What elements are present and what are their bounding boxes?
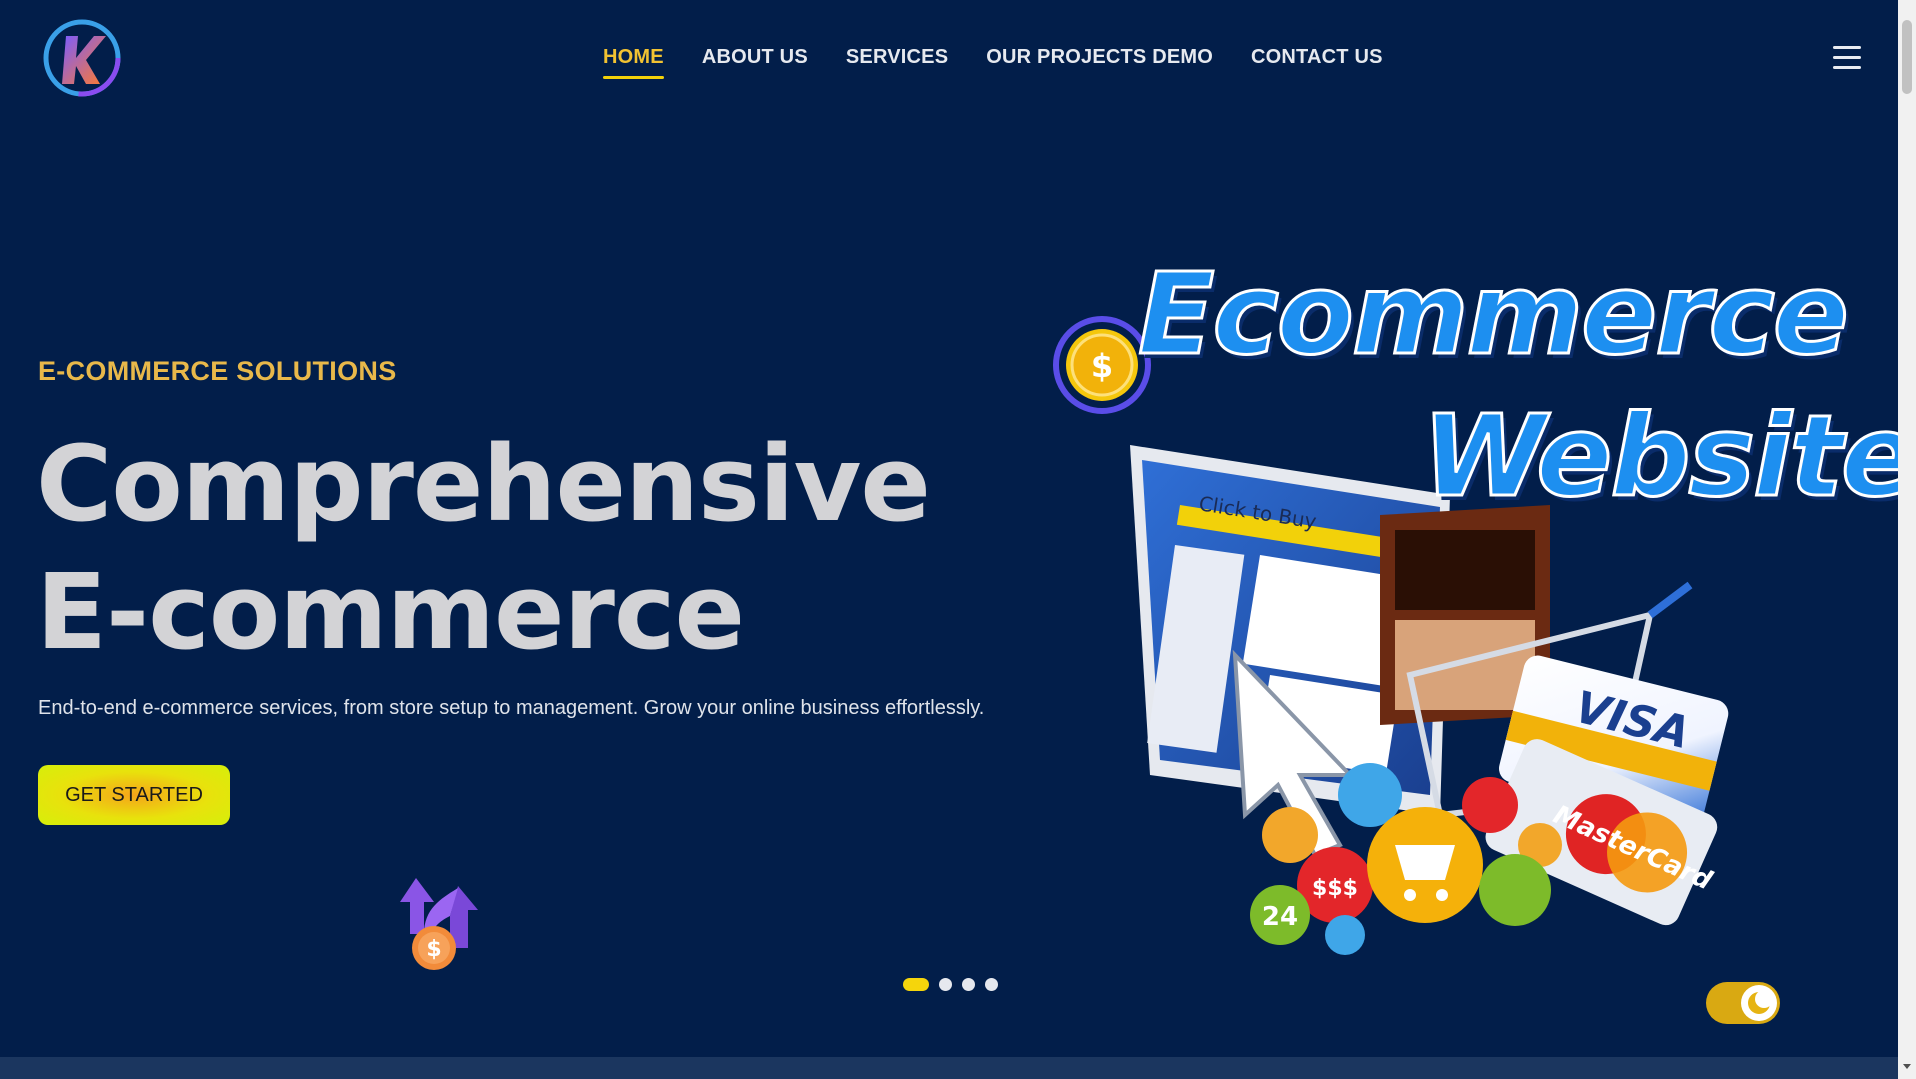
slider-dot-3[interactable] xyxy=(962,978,975,991)
theme-toggle[interactable] xyxy=(1706,982,1780,1024)
main-nav: HOME ABOUT US SERVICES OUR PROJECTS DEMO… xyxy=(603,46,1383,79)
page-scrollbar[interactable] xyxy=(1898,0,1916,1079)
support-24-text: 24 xyxy=(1262,902,1298,932)
money-growth-icon: $ xyxy=(400,878,478,970)
next-section-edge xyxy=(0,1057,1898,1079)
header: HOME ABOUT US SERVICES OUR PROJECTS DEMO… xyxy=(0,0,1898,118)
dollar-badge-text: $$$ xyxy=(1312,876,1358,901)
nav-our-projects-demo[interactable]: OUR PROJECTS DEMO xyxy=(986,46,1213,79)
headline-line-2: E-commerce xyxy=(36,551,745,673)
hero-headline: Comprehensive E-commerce xyxy=(36,420,931,676)
scroll-down-arrow-icon[interactable] xyxy=(1903,1064,1911,1069)
slider-dot-4[interactable] xyxy=(985,978,998,991)
headline-line-1: Comprehensive xyxy=(36,423,931,545)
logo-icon[interactable] xyxy=(42,18,122,98)
slider-dot-1[interactable] xyxy=(903,978,929,991)
hero-eyebrow: E-COMMERCE SOLUTIONS xyxy=(38,356,397,386)
scrollbar-thumb[interactable] xyxy=(1902,20,1912,94)
get-started-button[interactable]: GET STARTED xyxy=(38,765,230,825)
hero-description: End-to-end e-commerce services, from sto… xyxy=(38,697,985,719)
nav-home[interactable]: HOME xyxy=(603,46,664,79)
nav-about-us[interactable]: ABOUT US xyxy=(702,46,808,79)
nav-contact-us[interactable]: CONTACT US xyxy=(1251,46,1383,79)
page: HOME ABOUT US SERVICES OUR PROJECTS DEMO… xyxy=(0,0,1898,1079)
nav-services[interactable]: SERVICES xyxy=(846,46,948,79)
svg-text:$: $ xyxy=(426,937,441,962)
slider-dot-2[interactable] xyxy=(939,978,952,991)
slider-dots xyxy=(903,978,998,991)
svg-text:$: $ xyxy=(1091,347,1113,385)
hero-image-title-2: Website xyxy=(1420,391,1898,524)
toggle-knob xyxy=(1741,985,1777,1021)
moon-icon xyxy=(1748,990,1773,1014)
hamburger-icon[interactable] xyxy=(1833,46,1861,72)
hero-image-title-1: Ecommerce xyxy=(1137,249,1851,382)
